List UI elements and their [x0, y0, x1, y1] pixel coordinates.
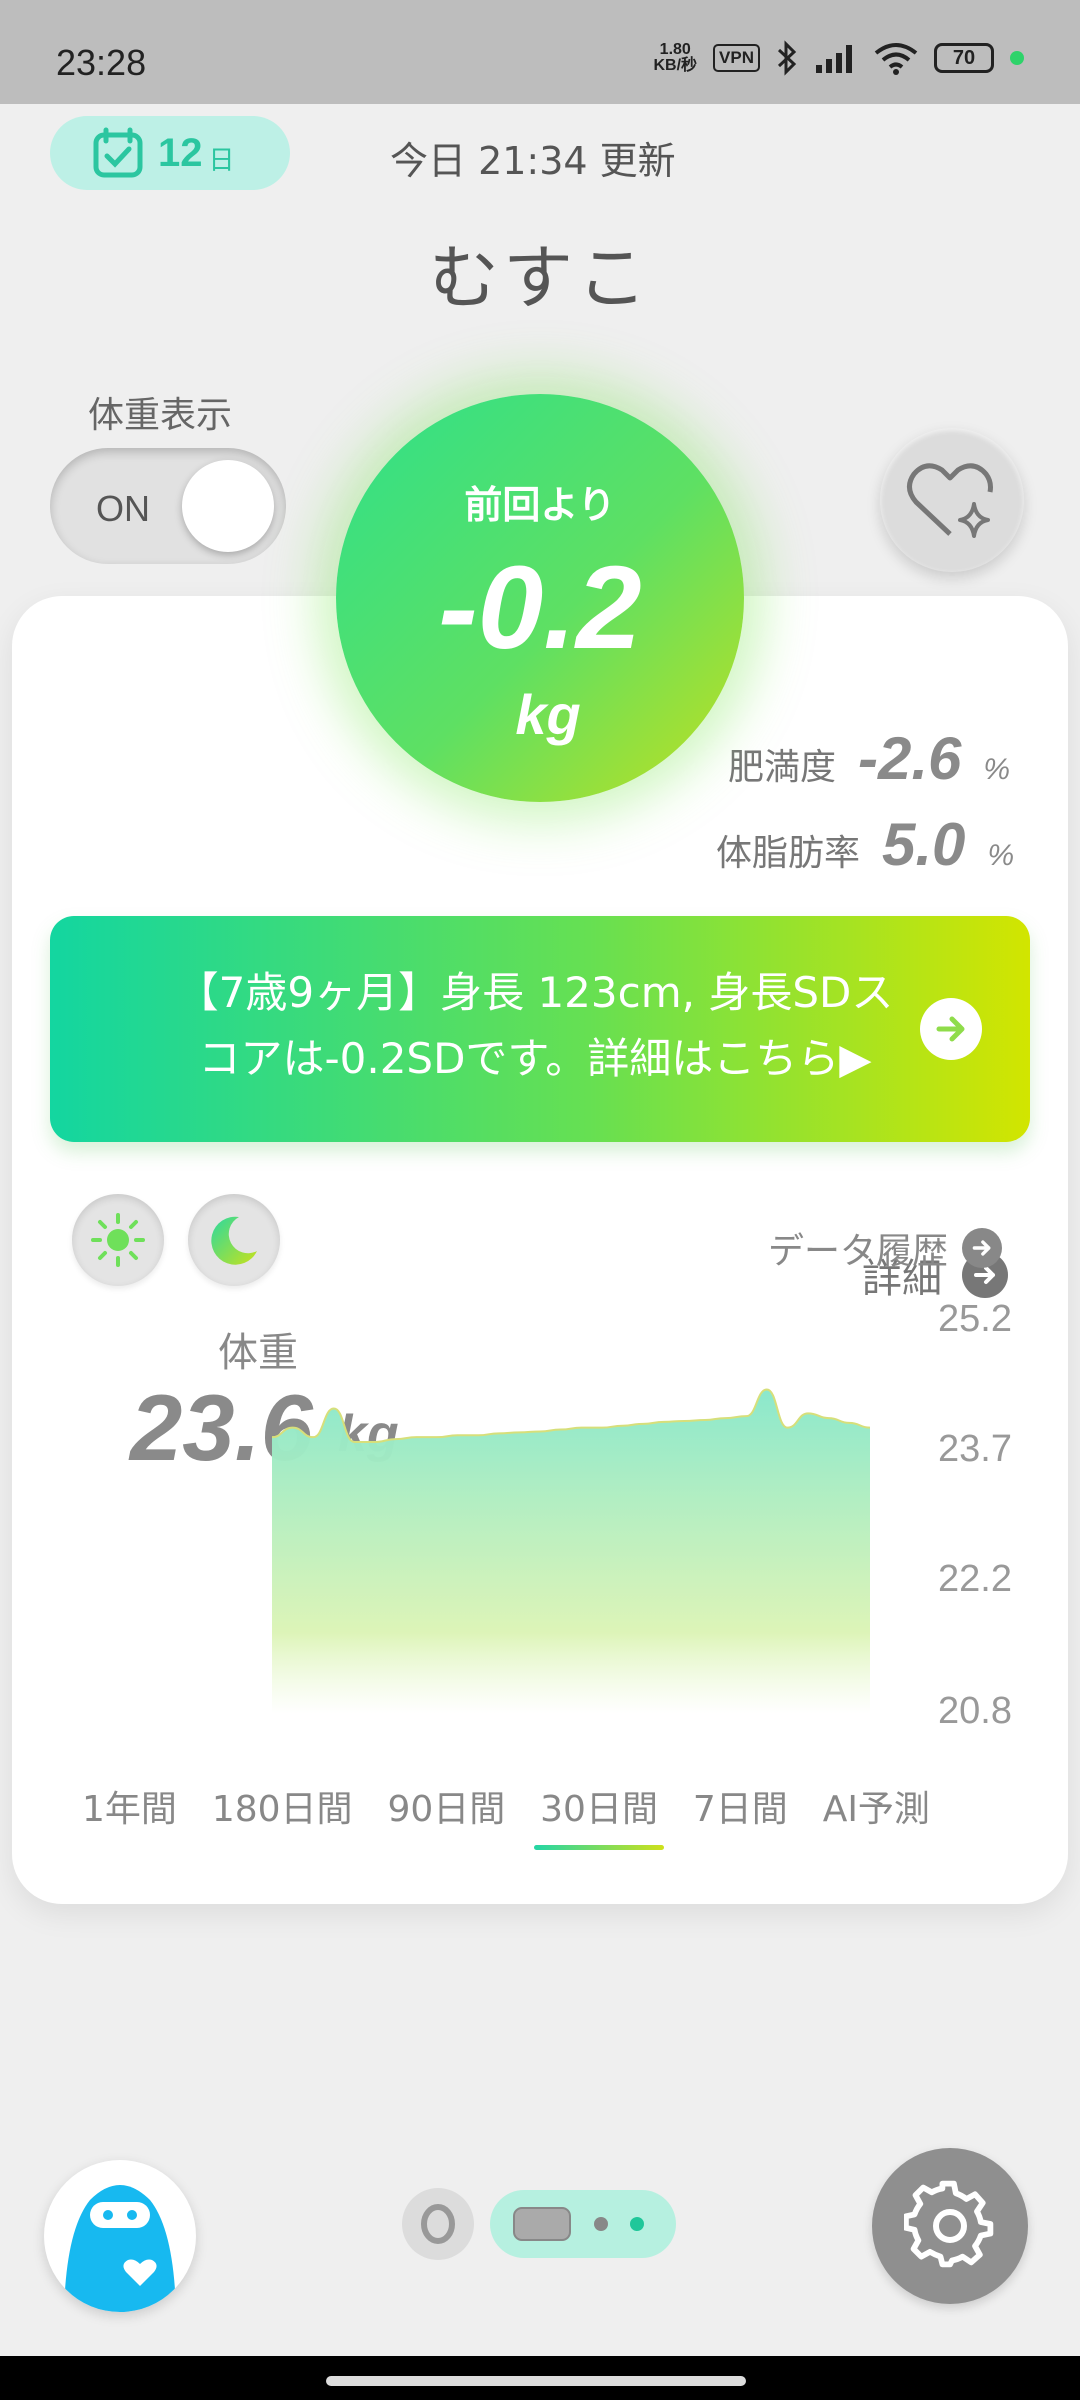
mascot-avatar-button[interactable]: [44, 2160, 196, 2312]
weight-chart[interactable]: [12, 1276, 1068, 1746]
device-pager[interactable]: [402, 2188, 676, 2260]
vpn-icon: VPN: [713, 44, 760, 72]
chart-area-fill: [272, 1389, 870, 1714]
page-dot: [594, 2217, 608, 2231]
diff-unit: kg: [515, 683, 581, 746]
signal-icon: [816, 45, 852, 73]
y-tick-label: 22.2: [938, 1558, 1012, 1600]
history-label: データ履歴: [768, 1231, 949, 1272]
calendar-check-icon: [93, 127, 143, 178]
weight-display-label: 体重表示: [88, 395, 233, 436]
page-dot-active: [630, 2217, 644, 2231]
day-mode-button[interactable]: [72, 1194, 164, 1286]
streak-days: 12: [158, 130, 203, 175]
home-gesture-bar[interactable]: [326, 2376, 746, 2386]
scale-device-indicator: [490, 2190, 676, 2258]
user-name[interactable]: むすこ: [0, 222, 1080, 323]
metric-obesity: 肥満度 -2.6 %: [728, 724, 1010, 793]
diff-value: -0.2: [438, 542, 642, 674]
privacy-indicator-dot: [1010, 51, 1024, 65]
metric-label: 肥満度: [728, 747, 837, 788]
settings-button[interactable]: [872, 2148, 1028, 2304]
streak-badge[interactable]: 12 日: [50, 116, 290, 190]
weight-display-toggle[interactable]: ON: [50, 448, 286, 564]
scale-icon: [513, 2207, 571, 2241]
status-icons: 1.80 KB/秒 VPN 70: [653, 40, 1024, 76]
toggle-state: ON: [96, 488, 150, 529]
growth-info-banner[interactable]: 【7歳9ヶ月】身長 123cm, 身長SDス コアは-0.2SDです。詳細はこち…: [50, 916, 1030, 1142]
tab-180-days[interactable]: 180日間: [206, 1780, 359, 1832]
arrow-right-icon: [920, 998, 982, 1060]
metric-label: 体脂肪率: [716, 833, 861, 874]
y-tick-label: 20.8: [938, 1690, 1012, 1732]
updated-time: 今日 21:34 更新: [390, 139, 676, 183]
streak-unit: 日: [208, 145, 235, 176]
metric-value: 5.0: [882, 811, 966, 878]
status-bar: 23:28 1.80 KB/秒 VPN 70: [0, 0, 1080, 104]
banner-text: 【7歳9ヶ月】身長 123cm, 身長SDス コアは-0.2SDです。詳細はこち…: [176, 968, 894, 1083]
bluetooth-icon: [777, 40, 797, 76]
moon-icon: [211, 1216, 257, 1265]
range-tabs: 1年間 180日間 90日間 30日間 7日間 AI予測: [76, 1780, 936, 1850]
tab-90-days[interactable]: 90日間: [381, 1780, 511, 1832]
metric-body-fat: 体脂肪率 5.0 %: [716, 810, 1014, 879]
tab-ai-forecast[interactable]: AI予測: [817, 1780, 936, 1832]
favorite-button[interactable]: [880, 428, 1024, 572]
diff-from-last-bubble: 前回より -0.2 kg: [336, 394, 744, 802]
data-history-link[interactable]: データ履歴: [768, 1222, 1003, 1274]
net-speed: 1.80 KB/秒: [653, 41, 698, 74]
wifi-icon: [874, 43, 918, 75]
toggle-knob: [182, 460, 274, 552]
metric-unit: %: [987, 839, 1015, 872]
tab-7-days[interactable]: 7日間: [687, 1780, 794, 1832]
metric-unit: %: [983, 753, 1011, 786]
battery-icon: 70: [934, 43, 994, 73]
gear-icon: [904, 2180, 994, 2268]
arrow-right-icon: [962, 1228, 1003, 1268]
ring-device-icon: [402, 2188, 474, 2260]
status-time: 23:28: [56, 42, 147, 83]
metric-value: -2.6: [858, 725, 962, 792]
mascot-avatar-icon: [64, 2185, 176, 2312]
y-tick-label: 25.2: [938, 1298, 1012, 1340]
diff-label: 前回より: [464, 483, 616, 527]
y-tick-label: 23.7: [938, 1428, 1012, 1470]
tab-1-year[interactable]: 1年間: [76, 1780, 183, 1832]
heart-sparkle-icon: [907, 463, 993, 538]
sun-icon: [91, 1213, 145, 1267]
night-mode-button[interactable]: [188, 1194, 280, 1286]
tab-30-days[interactable]: 30日間: [534, 1780, 664, 1850]
